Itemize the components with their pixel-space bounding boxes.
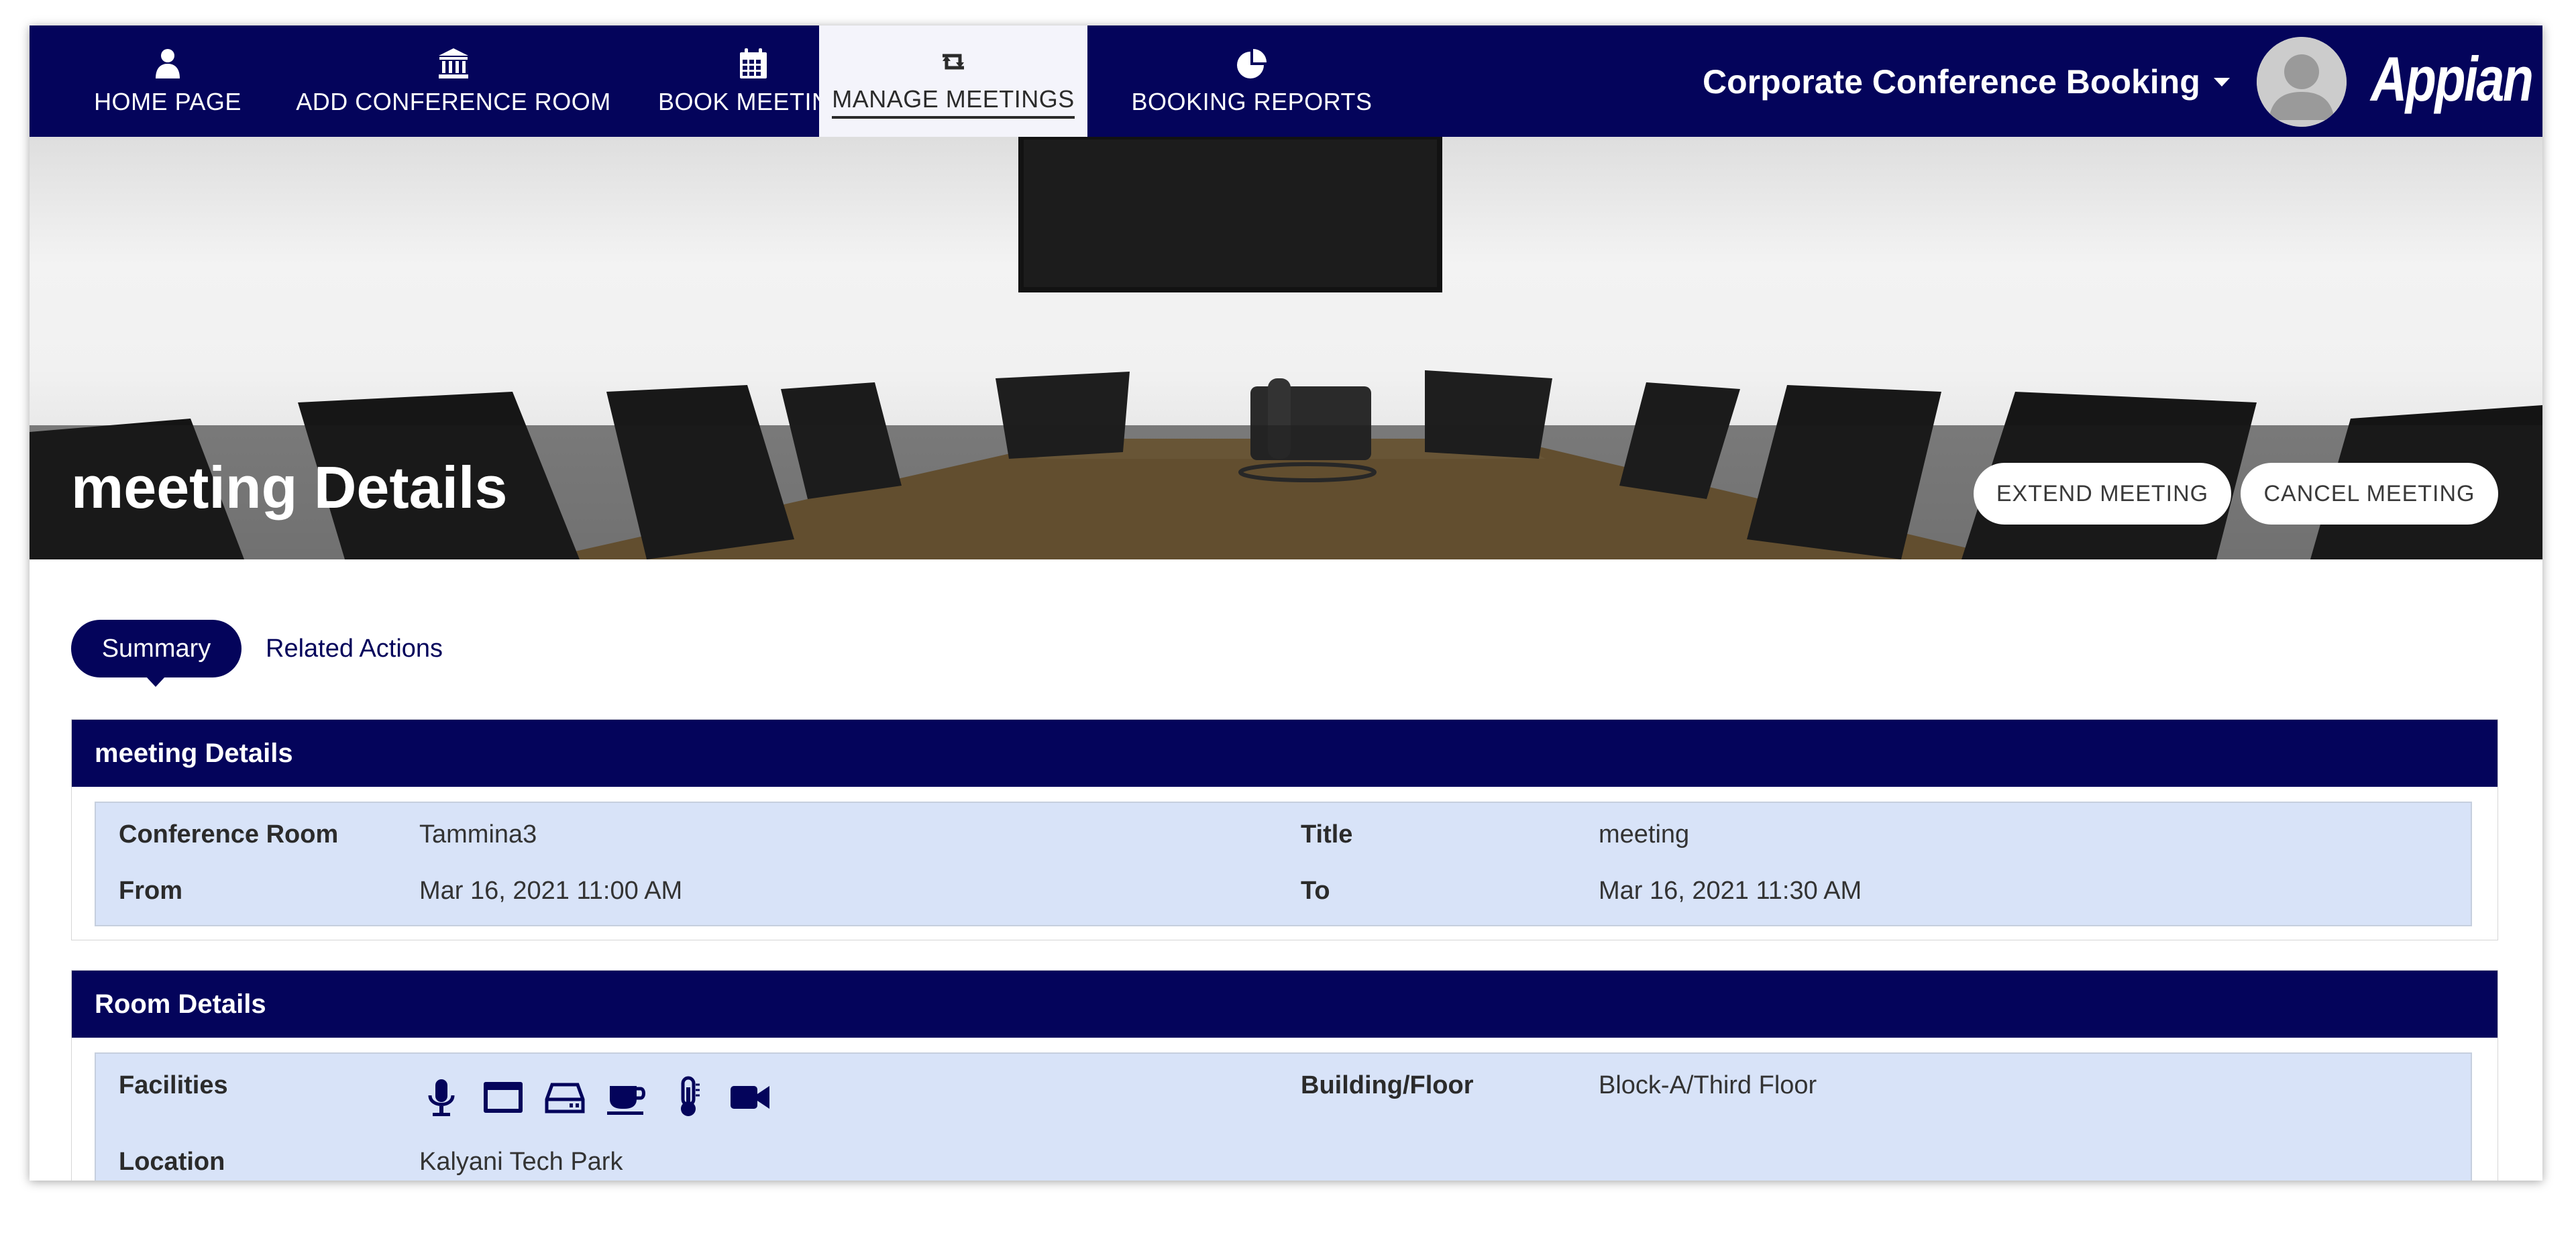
building-floor-value: Block-A/Third Floor — [1599, 1071, 1817, 1099]
room-details-fields: Facilities Building/Floor Block-A/Third … — [95, 1052, 2472, 1181]
microphone-icon — [428, 1079, 455, 1116]
calendar-icon — [740, 48, 767, 78]
from-value: Mar 16, 2021 11:00 AM — [419, 877, 683, 905]
coffee-cup-icon — [607, 1086, 645, 1115]
hard-drive-icon — [545, 1083, 585, 1113]
nav-add-conference-room[interactable]: ADD CONFERENCE ROOM — [296, 25, 610, 137]
pie-chart-icon — [1237, 49, 1267, 78]
nav-booking-reports[interactable]: BOOKING REPORTS — [1116, 25, 1387, 137]
nav-manage-meetings[interactable]: MANAGE MEETINGS — [819, 25, 1087, 137]
nav-home-page[interactable]: HOME PAGE — [91, 25, 244, 137]
extend-meeting-button[interactable]: EXTEND MEETING — [1974, 463, 2231, 525]
meeting-details-section: meeting Details Conference Room Tammina3… — [71, 719, 2498, 940]
bank-icon — [439, 48, 468, 78]
to-value: Mar 16, 2021 11:30 AM — [1599, 877, 1862, 905]
room-details-section: Room Details Facilities Building/Floor B… — [71, 970, 2498, 1181]
retweet-icon — [943, 54, 964, 70]
app-title-text: Corporate Conference Booking — [1703, 63, 2200, 101]
nav-booking-reports-label: BOOKING REPORTS — [1131, 88, 1373, 115]
location-value: Kalyani Tech Park — [419, 1148, 623, 1176]
meeting-details-header: meeting Details — [72, 720, 2498, 787]
from-label: From — [119, 877, 182, 905]
room-details-header: Room Details — [72, 971, 2498, 1038]
avatar-silhouette-icon — [2257, 37, 2347, 127]
thermometer-icon — [681, 1076, 700, 1116]
location-label: Location — [119, 1148, 225, 1176]
title-value: meeting — [1599, 820, 1690, 849]
cancel-meeting-button[interactable]: CANCEL MEETING — [2241, 463, 2498, 525]
projector-screen-icon — [484, 1082, 523, 1113]
app-window: HOME PAGE ADD CONFERENCE ROOM BOOK MEETI… — [30, 25, 2542, 1181]
chevron-down-icon — [2213, 77, 2230, 87]
top-navigation-bar: HOME PAGE ADD CONFERENCE ROOM BOOK MEETI… — [30, 25, 2542, 137]
app-switcher-dropdown[interactable]: Corporate Conference Booking — [1703, 62, 2230, 101]
tab-summary[interactable]: Summary — [71, 620, 241, 687]
building-floor-label: Building/Floor — [1301, 1071, 1474, 1099]
to-label: To — [1301, 877, 1330, 905]
appian-logo: Appian — [2371, 44, 2534, 114]
user-avatar[interactable] — [2257, 37, 2347, 127]
facility-icons — [419, 1075, 772, 1120]
conference-room-label: Conference Room — [119, 820, 339, 849]
title-label: Title — [1301, 820, 1353, 849]
meeting-details-fields: Conference Room Tammina3 Title meeting F… — [95, 802, 2472, 926]
video-camera-icon — [731, 1086, 769, 1109]
nav-manage-meetings-label: MANAGE MEETINGS — [832, 85, 1075, 119]
page-title: meeting Details — [71, 454, 508, 521]
facilities-label: Facilities — [119, 1071, 228, 1099]
conference-room-value: Tammina3 — [419, 820, 537, 849]
header-banner: meeting Details EXTEND MEETING CANCEL ME… — [30, 137, 2542, 559]
nav-add-conference-room-label: ADD CONFERENCE ROOM — [296, 88, 611, 115]
nav-home-page-label: HOME PAGE — [94, 88, 241, 115]
user-icon — [156, 49, 180, 78]
tab-related-actions[interactable]: Related Actions — [266, 620, 443, 677]
